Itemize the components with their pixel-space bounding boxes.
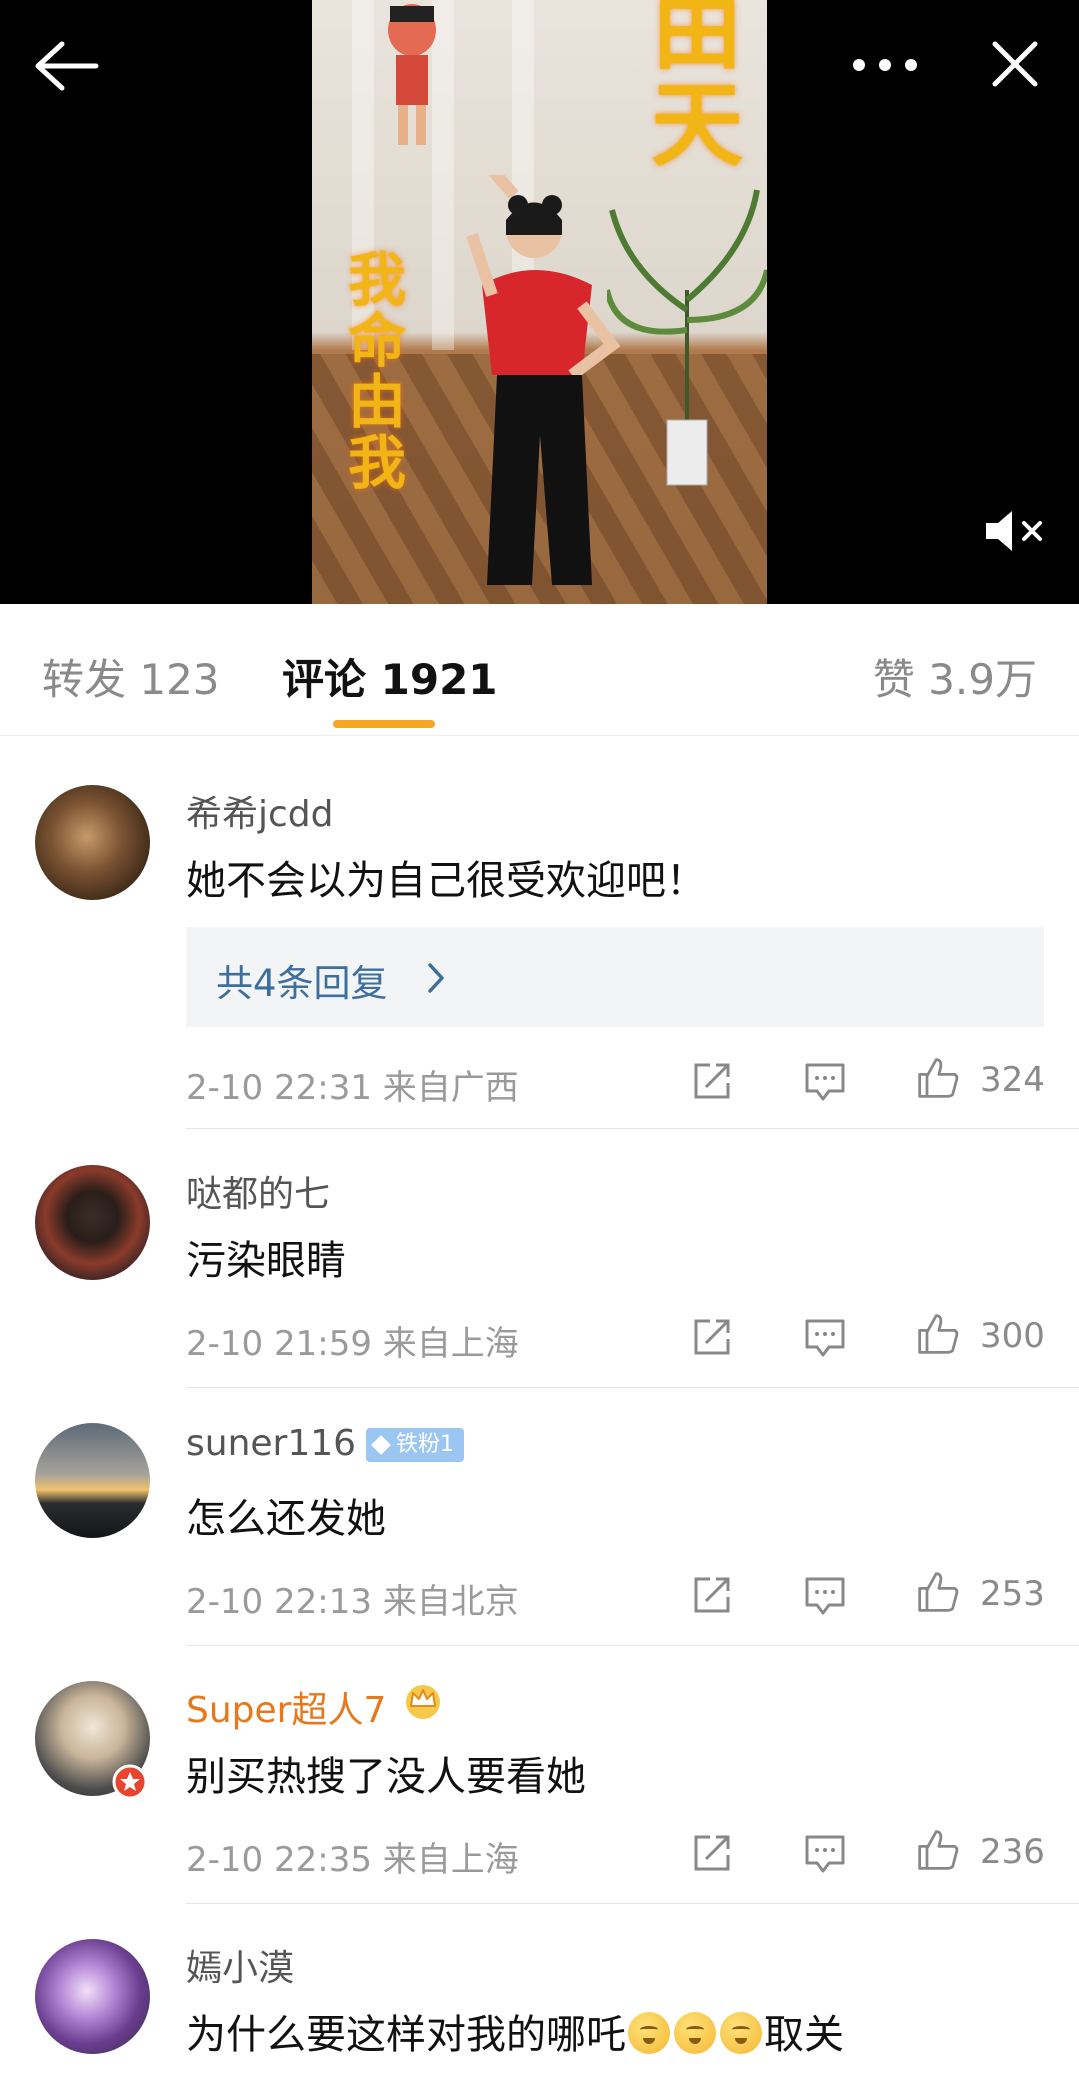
avatar[interactable] — [35, 1939, 150, 2054]
weary-face-emoji-icon — [674, 2012, 716, 2054]
video-overlay-side-text: 我命由我 — [347, 246, 406, 497]
active-tab-indicator — [333, 720, 435, 728]
weary-face-emoji-icon — [628, 2012, 670, 2054]
comment-icon[interactable] — [803, 1831, 847, 1875]
username[interactable]: 哒都的七 — [186, 1165, 330, 1217]
crown-icon — [406, 1685, 440, 1719]
like-count: 300 — [980, 1316, 1045, 1356]
comment-text: 别买热搜了没人要看她 — [186, 1754, 586, 1800]
dancer-graphic — [466, 175, 621, 585]
mute-icon[interactable] — [980, 505, 1050, 557]
username[interactable]: 希希jcdd — [186, 785, 334, 837]
repost-icon[interactable] — [690, 1059, 734, 1103]
comment-time-location: 2-10 22:31 来自广西 — [186, 1068, 519, 1108]
thumbs-up-icon[interactable] — [914, 1570, 962, 1614]
divider — [186, 1387, 1079, 1388]
comment-icon[interactable] — [803, 1573, 847, 1617]
comment-time-location: 2-10 21:59 来自上海 — [186, 1324, 519, 1364]
username[interactable]: suner116 — [186, 1423, 356, 1464]
divider — [186, 1128, 1079, 1129]
avatar[interactable] — [35, 1423, 150, 1538]
diamond-icon — [371, 1435, 391, 1455]
comment-time-location: 2-10 22:35 来自上海 — [186, 1840, 519, 1880]
replies-count-label: 共4条回复 — [216, 962, 388, 1005]
tab-reposts[interactable]: 转发 123 — [42, 646, 220, 707]
like-count: 253 — [980, 1574, 1045, 1614]
tab-likes[interactable]: 赞 3.9万 — [873, 646, 1037, 707]
comment-text: 怎么还发她 — [186, 1496, 386, 1542]
thumbs-up-icon[interactable] — [914, 1828, 962, 1872]
fan-badge: 铁粉1 — [366, 1428, 464, 1462]
comment-time-location: 2-10 22:13 来自北京 — [186, 1582, 519, 1622]
tab-comments[interactable]: 评论 1921 — [282, 646, 498, 707]
back-arrow-icon[interactable] — [30, 36, 100, 96]
thumbs-up-icon[interactable] — [914, 1312, 962, 1356]
comment-icon[interactable] — [803, 1315, 847, 1359]
thumbs-up-icon[interactable] — [914, 1056, 962, 1100]
divider — [186, 1903, 1079, 1904]
comment-text: 她不会以为自己很受欢迎吧！ — [186, 858, 706, 904]
like-count: 236 — [980, 1832, 1045, 1872]
video-overlay-title: 由天 — [650, 0, 743, 179]
comment-icon[interactable] — [803, 1059, 847, 1103]
avatar[interactable] — [35, 785, 150, 900]
tab-bar: 转发 123 评论 1921 赞 3.9万 — [0, 604, 1079, 736]
close-icon[interactable] — [985, 34, 1045, 94]
weary-face-emoji-icon — [720, 2012, 762, 2054]
video-player[interactable]: 由天 我命由我 — [0, 0, 1079, 604]
video-frame[interactable]: 由天 我命由我 — [312, 0, 767, 604]
avatar[interactable] — [35, 1165, 150, 1280]
username[interactable]: Super超人7 — [186, 1681, 386, 1733]
chevron-right-icon — [428, 963, 444, 993]
verified-badge-icon — [112, 1764, 148, 1800]
repost-icon[interactable] — [690, 1831, 734, 1875]
cartoon-character-graphic — [388, 4, 436, 145]
divider — [186, 1645, 1079, 1646]
comment-text: 为什么要这样对我的哪吒 取关 — [186, 2012, 844, 2058]
comment-text: 污染眼睛 — [186, 1238, 346, 1284]
like-count: 324 — [980, 1060, 1045, 1100]
repost-icon[interactable] — [690, 1573, 734, 1617]
repost-icon[interactable] — [690, 1315, 734, 1359]
view-replies-button[interactable]: 共4条回复 — [186, 927, 1044, 1027]
username[interactable]: 嫣小漠 — [186, 1939, 294, 1991]
more-options-icon[interactable] — [845, 40, 925, 90]
